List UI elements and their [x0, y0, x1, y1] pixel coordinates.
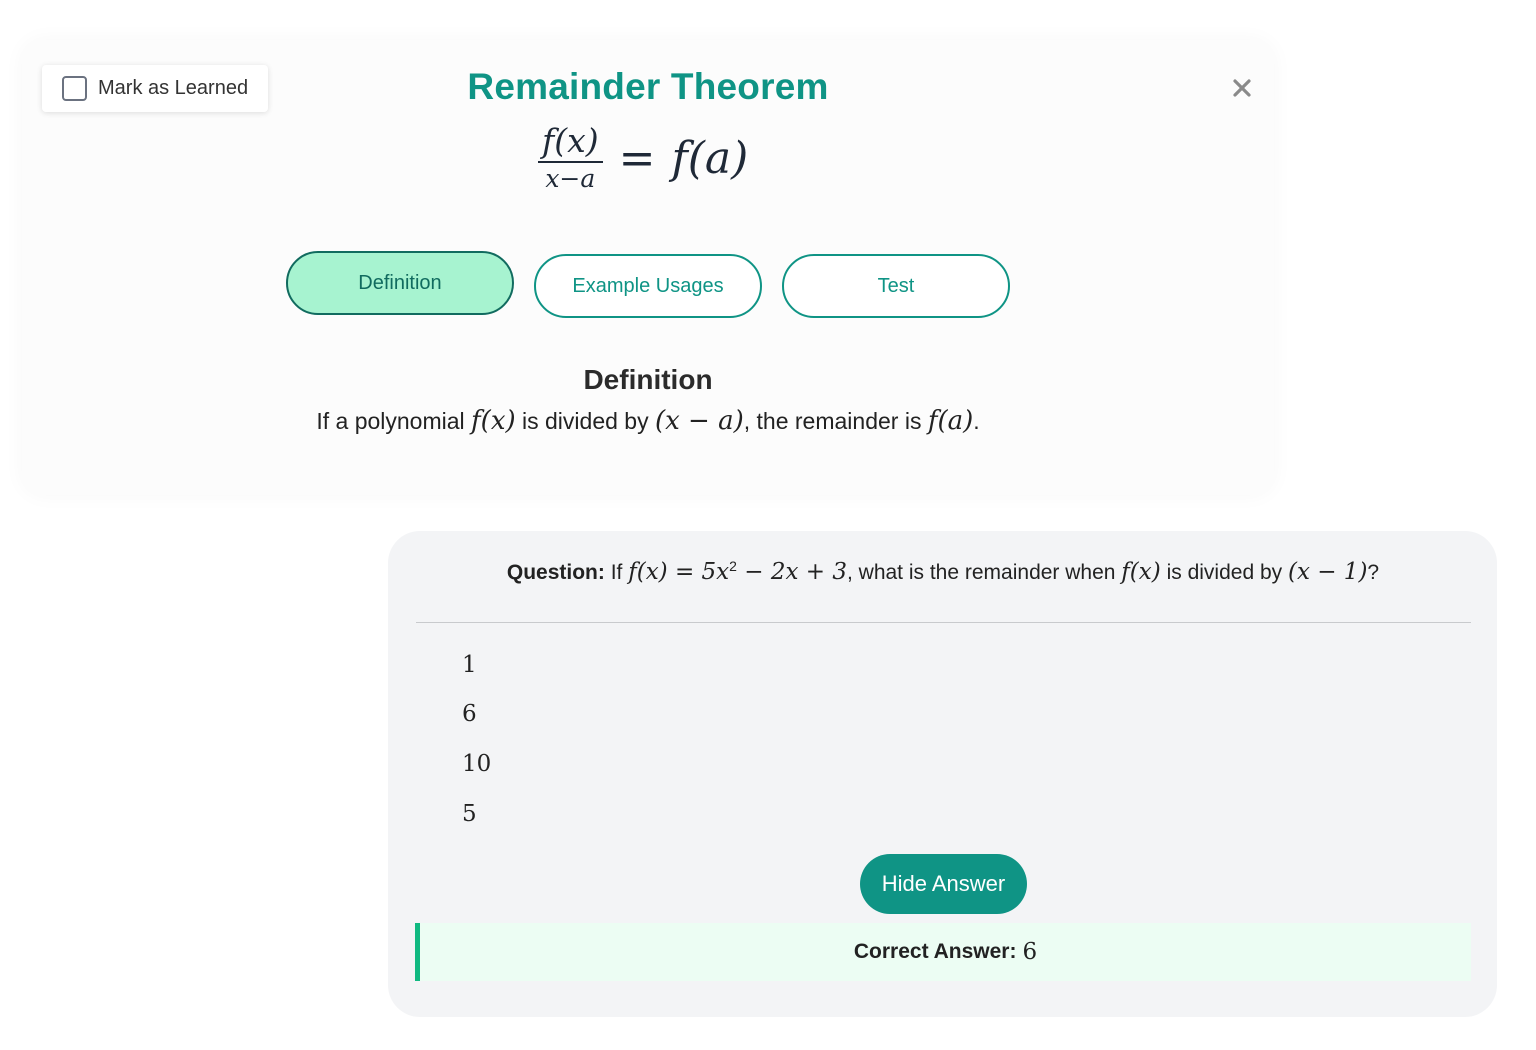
formula-rhs: f(a) [671, 132, 749, 184]
correct-answer-label: Correct Answer: [853, 940, 1017, 963]
definition-math: f(x) [471, 406, 516, 436]
answer-option[interactable]: 5 [462, 797, 762, 831]
tab-test[interactable]: Test [782, 254, 1010, 318]
definition-text-part: is divided by [515, 408, 655, 434]
definition-text-part: If a polynomial [316, 408, 472, 434]
definition-math: f(a) [927, 406, 974, 436]
question-math: − 2x + 3 [736, 559, 847, 585]
definition-heading: Definition [583, 364, 713, 395]
correct-answer-box: Correct Answer: 6 [415, 923, 1471, 981]
answer-option[interactable]: 6 [462, 697, 762, 731]
correct-answer-value: 6 [1022, 939, 1038, 965]
question-exponent: 2 [729, 558, 737, 574]
definition-text-part: , the remainder is [743, 408, 928, 434]
question-label: Question: [506, 561, 605, 584]
question-text-part: ? [1367, 561, 1380, 584]
question-divider [416, 622, 1471, 623]
question-text-part: , what is the remainder when [846, 561, 1122, 584]
definition-text: If a polynomial f(x) is divided by (x − … [0, 406, 1296, 436]
definition-text-part: . [973, 408, 980, 434]
question-text-part: If [604, 561, 629, 584]
answer-option[interactable]: 1 [462, 648, 762, 682]
question-math: f(x) [1121, 559, 1161, 585]
theorem-formula: f(x) x−a = f(a) [538, 118, 748, 198]
question-math: (x − 1) [1287, 559, 1368, 585]
close-x-icon [1233, 79, 1251, 97]
formula-denominator: x−a [545, 164, 596, 193]
close-button[interactable] [1226, 70, 1258, 106]
definition-math: (x − a) [654, 406, 744, 436]
page-title: Remainder Theorem [467, 66, 829, 107]
tab-definition[interactable]: Definition [286, 251, 514, 315]
formula-fraction: f(x) x−a [538, 121, 603, 195]
formula-numerator: f(x) [542, 121, 599, 160]
formula-equals: = [618, 132, 656, 184]
tab-example-usages[interactable]: Example Usages [534, 254, 762, 318]
answer-option[interactable]: 10 [462, 747, 762, 781]
question-text-part: is divided by [1160, 561, 1288, 584]
hide-answer-button[interactable]: Hide Answer [860, 854, 1027, 914]
question-text: Question: If f(x) = 5x2 − 2x + 3, what i… [0, 558, 1536, 585]
question-math: f(x) = 5x [628, 559, 730, 585]
